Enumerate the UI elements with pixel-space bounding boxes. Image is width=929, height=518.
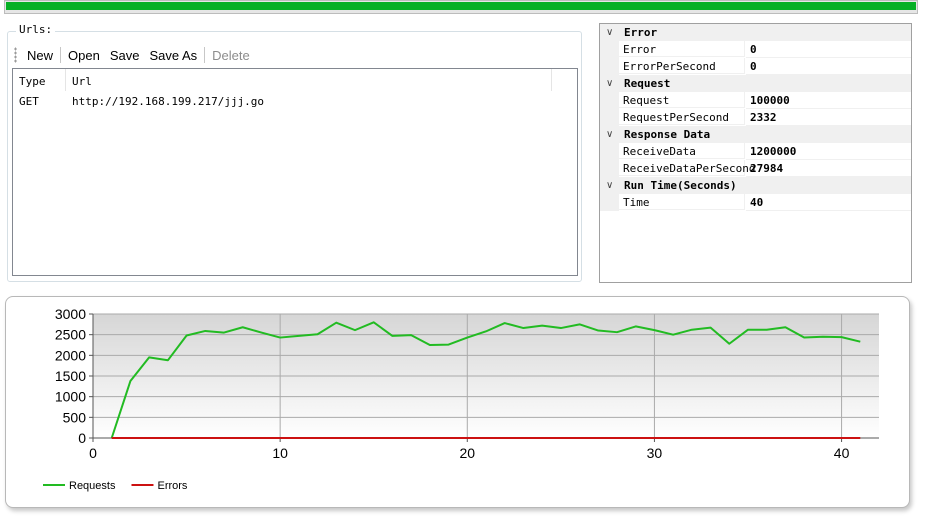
y-tick-label: 500 (63, 409, 87, 425)
property-row[interactable]: RequestPerSecond 2332 (600, 109, 911, 126)
property-name: ErrorPerSecond (619, 58, 745, 74)
url-list-row[interactable]: GET http://192.168.199.217/jjj.go (13, 93, 577, 111)
property-row[interactable]: Request 100000 (600, 92, 911, 109)
property-grid: ∨ Error Error 0 ErrorPerSecond 0 ∨ Reque… (599, 23, 912, 283)
property-value[interactable]: 40 (746, 194, 911, 211)
property-name: ReceiveData (619, 143, 745, 159)
url-list-header: Type Url (13, 69, 553, 91)
property-row[interactable]: ReceiveDataPerSecond 27984 (600, 160, 911, 177)
y-tick-label: 0 (78, 430, 86, 446)
property-name: ReceiveDataPerSecond (619, 160, 755, 176)
property-row[interactable]: ErrorPerSecond 0 (600, 58, 911, 75)
chevron-down-icon[interactable]: ∨ (606, 75, 613, 93)
open-button[interactable]: Open (64, 48, 104, 63)
category-label: Request (624, 77, 671, 90)
url-toolbar: New Open Save Save As Delete (14, 44, 577, 66)
property-value[interactable]: 0 (746, 41, 911, 58)
property-row[interactable]: Time 40 (600, 194, 911, 211)
save-button[interactable]: Save (106, 48, 144, 63)
category-label: Run Time(Seconds) (624, 179, 737, 192)
row-type: GET (19, 95, 39, 108)
urls-group-label: Urls: (16, 23, 56, 36)
y-tick-label: 1500 (55, 368, 86, 384)
x-tick-label: 20 (459, 445, 475, 461)
column-header-type[interactable]: Type (13, 69, 66, 91)
delete-button[interactable]: Delete (208, 48, 254, 63)
property-name: RequestPerSecond (619, 109, 745, 125)
category-run-time[interactable]: ∨ Run Time(Seconds) (600, 177, 911, 194)
y-tick-label: 1000 (55, 389, 86, 405)
url-list[interactable]: Type Url GET http://192.168.199.217/jjj.… (12, 68, 578, 276)
toolbar-separator (204, 47, 206, 63)
property-row[interactable]: ReceiveData 1200000 (600, 143, 911, 160)
property-row[interactable]: Error 0 (600, 41, 911, 58)
y-tick-label: 2000 (55, 347, 86, 363)
chevron-down-icon[interactable]: ∨ (606, 24, 613, 42)
chevron-down-icon[interactable]: ∨ (606, 177, 613, 195)
x-tick-label: 0 (89, 445, 97, 461)
x-tick-label: 10 (272, 445, 288, 461)
new-button[interactable]: New (23, 48, 57, 63)
property-name: Error (619, 41, 745, 57)
property-name: Request (619, 92, 745, 108)
save-as-button[interactable]: Save As (145, 48, 201, 63)
legend-label: Errors (157, 480, 187, 492)
chart-panel: 0 500 1000 1500 2000 2500 3000 0 10 20 30 40 Request… (5, 296, 910, 508)
chevron-down-icon[interactable]: ∨ (606, 126, 613, 144)
category-label: Error (624, 26, 658, 39)
category-error[interactable]: ∨ Error (600, 24, 911, 41)
y-tick-label: 2500 (55, 327, 86, 343)
property-name: Time (619, 194, 745, 210)
property-value[interactable]: 100000 (746, 92, 911, 109)
urls-group: Urls: New Open Save Save As Delete Type … (7, 23, 582, 282)
progress-fill (6, 2, 916, 10)
property-value[interactable]: 0 (746, 58, 911, 75)
x-tick-label: 30 (647, 445, 663, 461)
line-chart: 0 500 1000 1500 2000 2500 3000 0 10 20 30 40 Request… (43, 306, 879, 492)
category-response-data[interactable]: ∨ Response Data (600, 126, 911, 143)
progress-bar (4, 0, 918, 14)
category-request[interactable]: ∨ Request (600, 75, 911, 92)
toolbar-grip-icon[interactable] (14, 47, 17, 63)
toolbar-separator (60, 47, 62, 63)
legend-label: Requests (69, 480, 116, 492)
property-value[interactable]: 1200000 (746, 143, 911, 160)
x-tick-label: 40 (834, 445, 850, 461)
category-label: Response Data (624, 128, 711, 141)
row-url: http://192.168.199.217/jjj.go (72, 95, 265, 108)
y-tick-label: 3000 (55, 306, 86, 322)
property-value[interactable]: 2332 (746, 109, 911, 126)
column-header-url[interactable]: Url (66, 69, 552, 91)
property-value[interactable]: 27984 (746, 160, 911, 177)
